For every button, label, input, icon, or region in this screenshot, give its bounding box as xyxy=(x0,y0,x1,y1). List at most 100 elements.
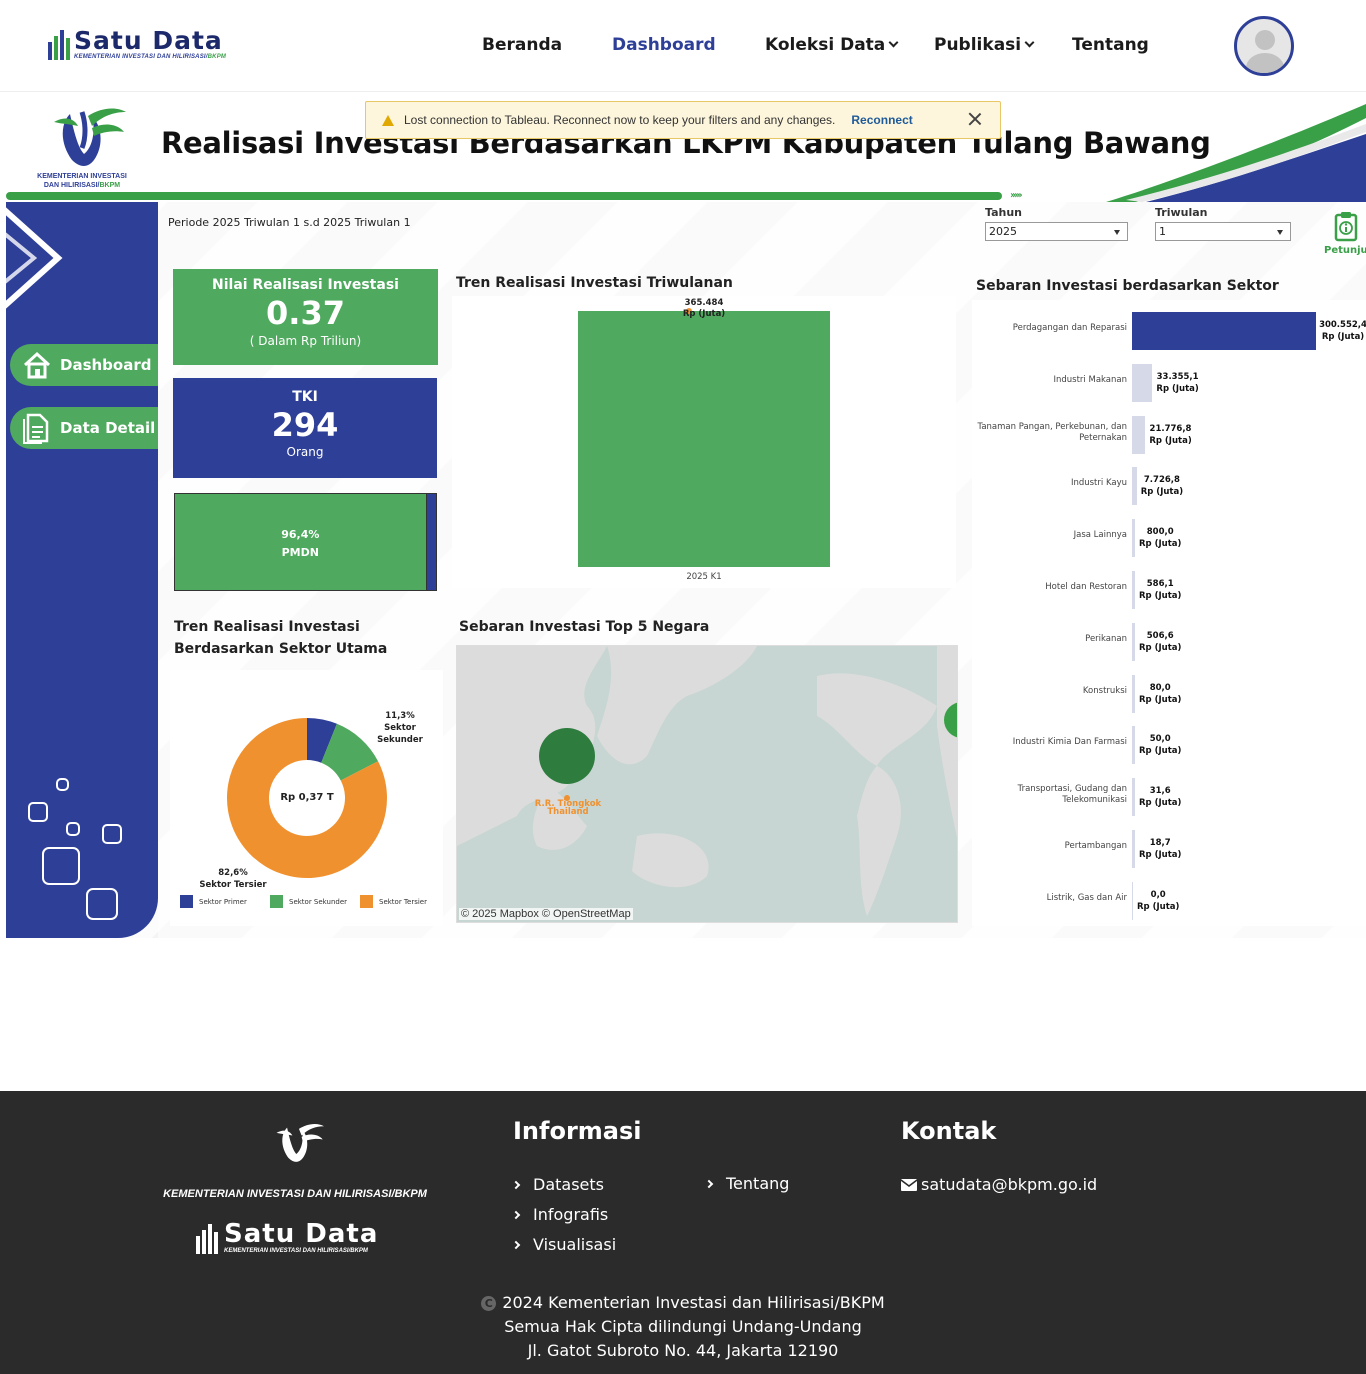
square-decoration xyxy=(28,802,48,822)
footer-email-link[interactable]: satudata@bkpm.go.id xyxy=(901,1175,1097,1194)
sector-bar[interactable] xyxy=(1132,622,1135,661)
arrows-decoration: ››››› xyxy=(1010,190,1023,201)
sebaran-sektor-chart: Perdagangan dan Reparasi 300.552,4 Rp (Jut… xyxy=(972,300,1366,926)
pmdn-percent: 96,4% xyxy=(281,528,320,541)
sector-name: Perdagangan dan Reparasi xyxy=(1012,323,1127,333)
footer-brand-title: Satu Data xyxy=(224,1219,379,1249)
sector-bar[interactable] xyxy=(1132,363,1153,402)
petunjuk-label: Petunjuk xyxy=(1324,245,1366,256)
footer-link-infografis[interactable]: Infografis xyxy=(511,1205,608,1224)
sector-value-label: 33.355,1 Rp (Juta) xyxy=(1156,371,1199,394)
informasi-title: Informasi xyxy=(513,1117,642,1145)
sector-bar[interactable] xyxy=(1132,830,1135,868)
sector-row[interactable]: Pertambangan 18,7 Rp (Juta) xyxy=(972,822,1366,868)
nav-beranda[interactable]: Beranda xyxy=(482,35,562,55)
tren-triwulanan-title: Tren Realisasi Investasi Triwulanan xyxy=(456,275,733,291)
tahun-select[interactable]: 2025 xyxy=(985,222,1128,241)
sector-bar[interactable] xyxy=(1132,571,1135,609)
nav-dashboard[interactable]: Dashboard xyxy=(612,35,716,55)
sector-name: Jasa Lainnya xyxy=(1073,530,1127,541)
caret-down-icon xyxy=(1277,230,1283,235)
legend-sekunder[interactable]: Sektor Sekunder xyxy=(270,895,347,908)
sector-row[interactable]: Konstruksi 80,0 Rp (Juta) xyxy=(972,667,1366,713)
footer-brand-subtitle: KEMENTERIAN INVESTASI DAN HILIRISASI/BKP… xyxy=(224,1248,368,1254)
sector-value-label: 586,1 Rp (Juta) xyxy=(1139,579,1182,601)
tableau-dashboard: KEMENTERIAN INVESTASI DAN HILIRISASI/BKP… xyxy=(6,94,1366,938)
tersier-annotation: 82,6% Sektor Tersier xyxy=(199,868,267,890)
sector-name: Industri Makanan xyxy=(1053,374,1127,385)
sector-row[interactable]: Transportasi, Gudang dan Telekomunikasi 3… xyxy=(972,770,1366,817)
sidebar-dashboard-button[interactable]: Dashboard xyxy=(10,344,158,386)
sector-row[interactable]: Industri Kayu 7.726,8 Rp (Juta) xyxy=(972,459,1366,506)
satu-data-logo[interactable]: Satu Data KEMENTERIAN INVESTASI DAN HILI… xyxy=(46,28,226,60)
sector-row[interactable]: Hotel dan Restoran 586,1 Rp (Juta) xyxy=(972,563,1366,609)
sector-bar[interactable] xyxy=(1132,726,1135,765)
sector-value-label: 0,0 Rp (Juta) xyxy=(1137,889,1180,912)
top-navbar: Satu Data KEMENTERIAN INVESTASI DAN HILI… xyxy=(0,0,1366,92)
nav-koleksi-data[interactable]: Koleksi Data xyxy=(765,35,899,55)
triwulan-select[interactable]: 1 xyxy=(1155,222,1291,241)
pmdn-pma-bar[interactable]: 96,4% PMDN xyxy=(174,493,437,591)
sector-name: Pertambangan xyxy=(1064,841,1127,851)
sector-name: Tanaman Pangan, Perkebunan, dan Peternak… xyxy=(977,421,1127,443)
sector-bar[interactable] xyxy=(1132,415,1146,454)
sector-bar[interactable] xyxy=(1132,778,1135,817)
sekunder-annotation: 11,3% Sektor Sekunder xyxy=(377,711,423,745)
sector-row[interactable]: Tanaman Pangan, Perkebunan, dan Peternak… xyxy=(972,408,1366,454)
square-decoration xyxy=(56,778,69,791)
footer-link-datasets[interactable]: Datasets xyxy=(511,1175,604,1194)
sector-bar[interactable] xyxy=(1132,881,1133,920)
dashboard-header: KEMENTERIAN INVESTASI DAN HILIRISASI/BKP… xyxy=(6,94,1366,202)
sector-bar[interactable] xyxy=(1132,467,1137,506)
petunjuk-button[interactable]: Petunjuk xyxy=(1324,210,1366,256)
sector-bar[interactable] xyxy=(1132,312,1316,350)
periode-label: Periode 2025 Triwulan 1 s.d 2025 Triwula… xyxy=(168,216,411,229)
dashboard-content: Periode 2025 Triwulan 1 s.d 2025 Triwula… xyxy=(158,202,1366,938)
nav-publikasi[interactable]: Publikasi xyxy=(934,35,1035,55)
footer-link-visualisasi[interactable]: Visualisasi xyxy=(511,1235,616,1254)
chevron-down-icon xyxy=(1024,37,1035,48)
sector-value-label: 300.552,4 Rp (Juta) xyxy=(1319,320,1366,342)
reconnect-link[interactable]: Reconnect xyxy=(851,113,912,127)
map-attribution[interactable]: © 2025 Mapbox © OpenStreetMap xyxy=(459,908,633,920)
chevron-right-icon xyxy=(511,1240,521,1249)
sector-value-label: 31,6 Rp (Juta) xyxy=(1139,786,1182,809)
address-line: Jl. Gatot Subroto No. 44, Jakarta 12190 xyxy=(527,1341,839,1360)
sector-name: Hotel dan Restoran xyxy=(1045,582,1127,592)
footer-satu-data-logo[interactable]: Satu Data KEMENTERIAN INVESTASI DAN HILI… xyxy=(194,1221,378,1254)
close-icon[interactable] xyxy=(968,112,982,126)
sidebar-dashboard-label: Dashboard xyxy=(60,356,152,374)
user-avatar[interactable] xyxy=(1234,16,1294,76)
nav-tentang[interactable]: Tentang xyxy=(1072,35,1149,55)
sector-name: Perikanan xyxy=(1085,633,1127,644)
bar-2025-k1[interactable] xyxy=(578,311,830,567)
footer-link-tentang[interactable]: Tentang xyxy=(704,1174,789,1193)
sector-row[interactable]: Perdagangan dan Reparasi 300.552,4 Rp (Jut… xyxy=(972,304,1366,350)
toast-message: Lost connection to Tableau. Reconnect no… xyxy=(404,113,836,127)
tki-value: 294 xyxy=(271,406,339,444)
square-decoration xyxy=(86,888,118,920)
swoosh-decoration xyxy=(1106,104,1366,202)
nilai-realisasi-card: Nilai Realisasi Investasi 0.37 ( Dalam R… xyxy=(173,269,438,365)
triwulan-label: Triwulan xyxy=(1155,206,1208,219)
pmdn-segment[interactable]: 96,4% PMDN xyxy=(175,494,427,590)
clipboard-info-icon xyxy=(1334,212,1358,242)
sector-row[interactable]: Perikanan 506,6 Rp (Juta) xyxy=(972,615,1366,661)
sector-name: Industri Kimia Dan Farmasi xyxy=(1012,737,1127,748)
sector-row[interactable]: Industri Makanan 33.355,1 Rp (Juta) xyxy=(972,356,1366,402)
sector-row[interactable]: Industri Kimia Dan Farmasi 50,0 Rp (Juta) xyxy=(972,718,1366,765)
divider-bar xyxy=(6,192,1002,200)
connection-toast: Lost connection to Tableau. Reconnect no… xyxy=(365,101,1001,139)
legend-tersier[interactable]: Sektor Tersier xyxy=(360,895,427,908)
dashboard-sidebar: Dashboard Data Detail xyxy=(6,202,158,938)
sector-bar[interactable] xyxy=(1132,674,1135,713)
sidebar-data-detail-button[interactable]: Data Detail xyxy=(10,407,158,449)
world-map[interactable]: R.R. Tiongkok Thailand © 2025 Mapbox © O… xyxy=(456,645,958,923)
sector-bar[interactable] xyxy=(1132,519,1135,558)
chevron-down-icon xyxy=(888,37,899,48)
sebaran-sektor-title: Sebaran Investasi berdasarkan Sektor xyxy=(976,278,1279,294)
sector-row[interactable]: Jasa Lainnya 800,0 Rp (Juta) xyxy=(972,511,1366,558)
legend-primer[interactable]: Sektor Primer xyxy=(180,895,247,908)
data-bars-icon xyxy=(194,1222,220,1254)
sector-row[interactable]: Listrik, Gas dan Air 0,0 Rp (Juta) xyxy=(972,874,1366,920)
